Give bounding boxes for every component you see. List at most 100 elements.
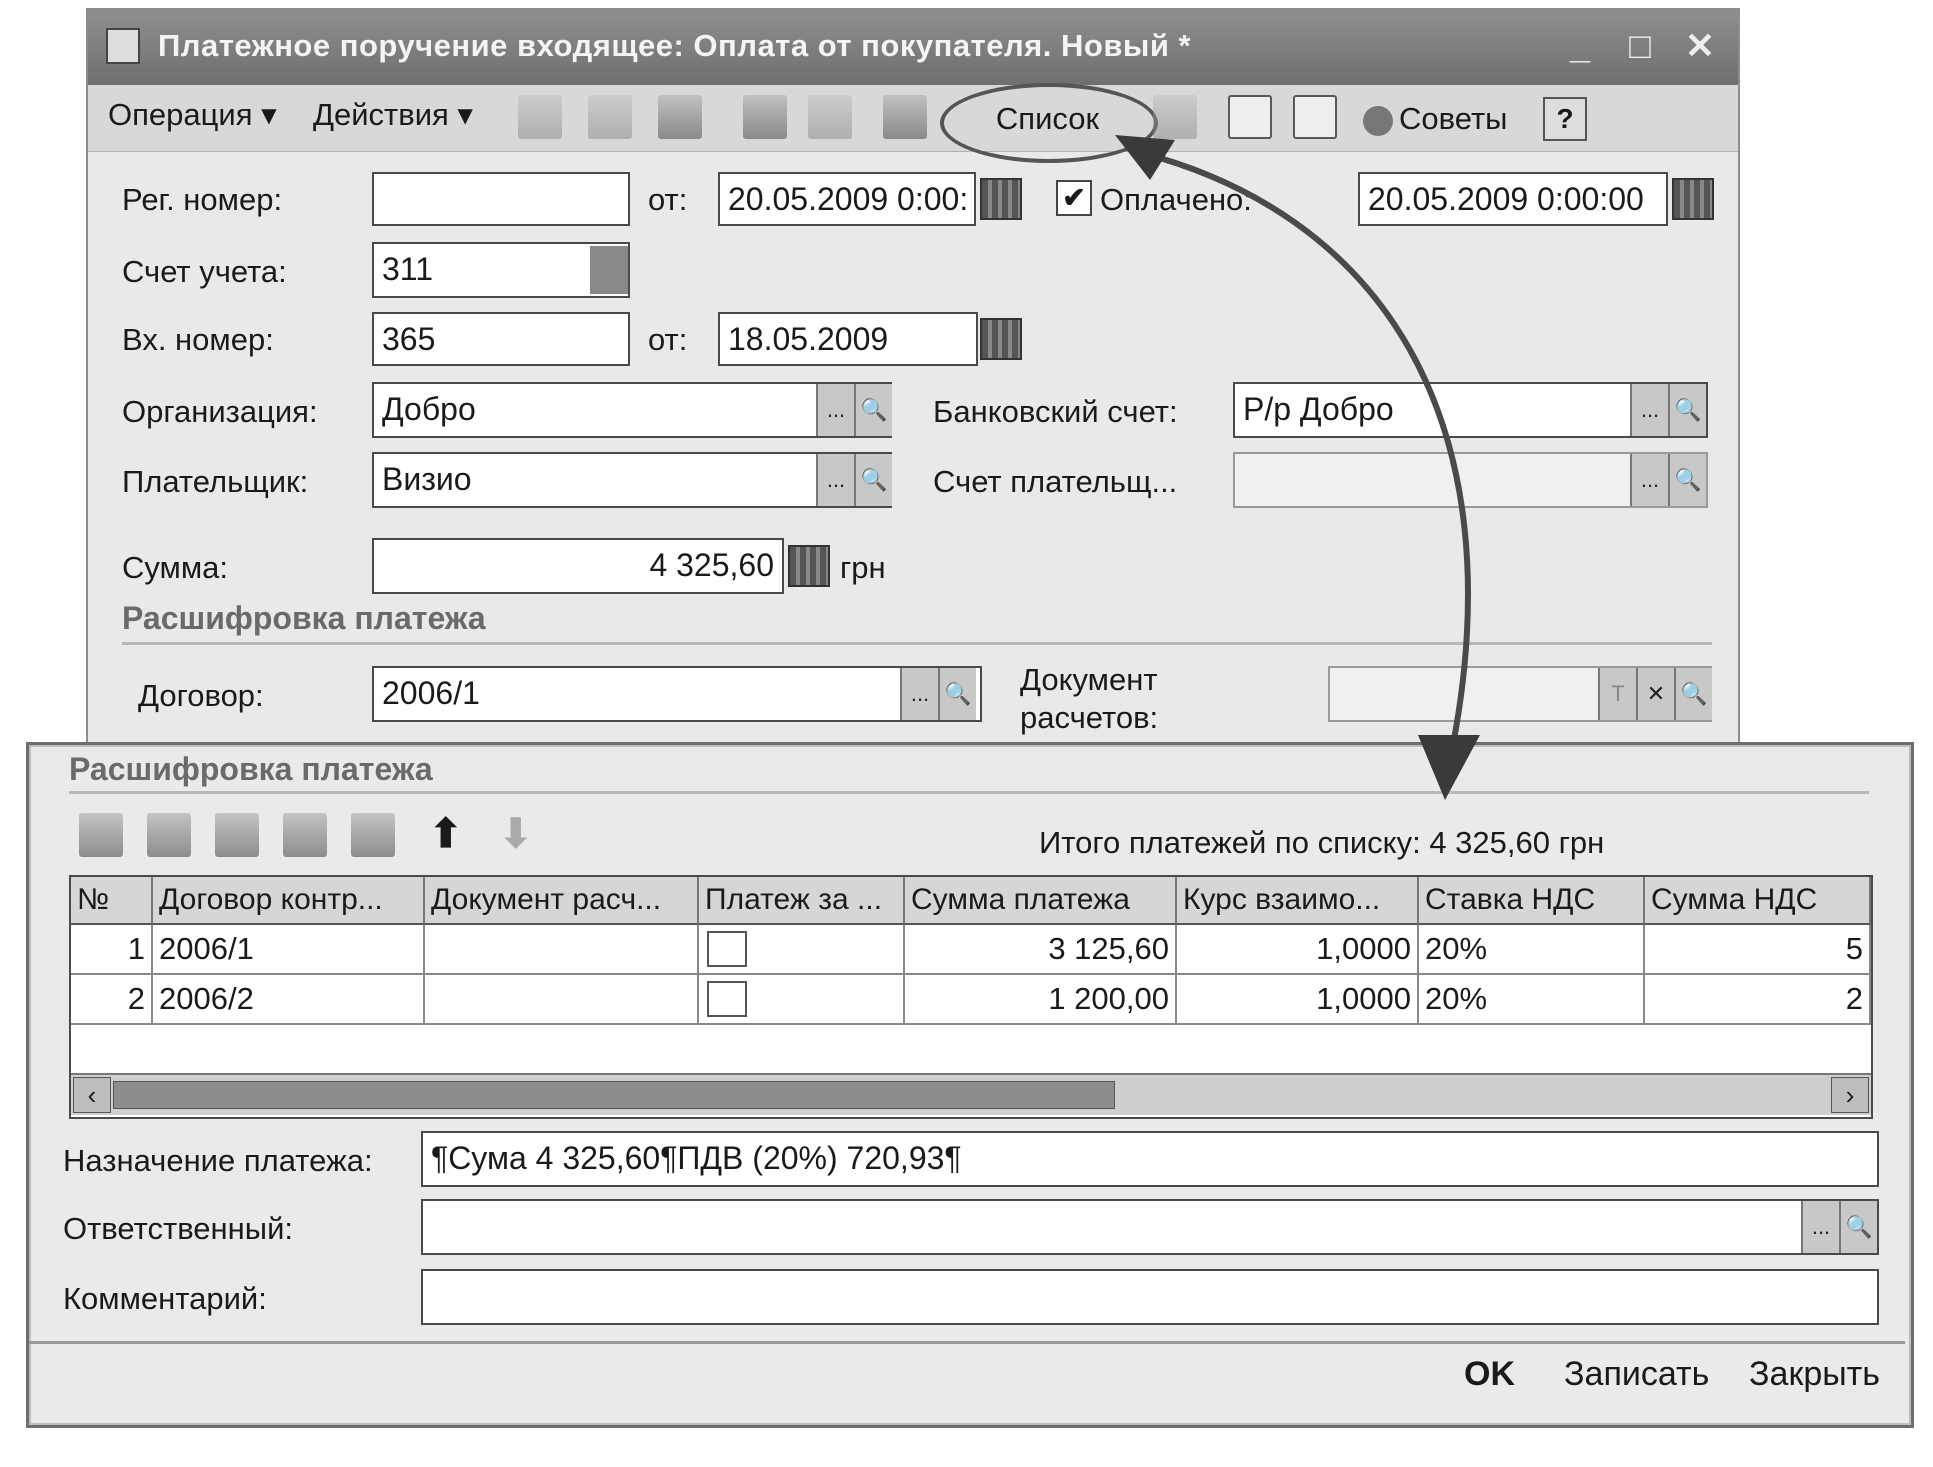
organization-input[interactable]: Добро [372, 382, 892, 438]
add-icon[interactable] [518, 95, 562, 139]
calculator-icon[interactable] [788, 545, 830, 587]
column-header[interactable]: № [71, 877, 153, 925]
text-icon[interactable] [1293, 95, 1337, 139]
close-window-button[interactable]: ✕ [1678, 24, 1722, 68]
ok-button[interactable]: OK [1464, 1355, 1515, 1394]
scroll-left-icon[interactable]: ‹ [73, 1077, 111, 1113]
clear-icon[interactable]: ✕ [1636, 668, 1674, 720]
footer-divider [29, 1341, 1905, 1344]
row-checkbox[interactable] [707, 981, 747, 1017]
scroll-right-icon[interactable]: › [1831, 1077, 1869, 1113]
column-header[interactable]: Сумма НДС [1645, 877, 1871, 925]
table-cell[interactable]: 1 [71, 925, 153, 975]
responsible-label: Ответственный: [63, 1211, 294, 1246]
delete-row-icon[interactable] [283, 813, 327, 857]
table-cell[interactable] [425, 975, 699, 1025]
section-title: Расшифровка платежа [122, 600, 486, 636]
table-cell[interactable]: 2 [71, 975, 153, 1025]
table-cell[interactable]: 3 125,60 [905, 925, 1177, 975]
contract-label: Договор: [138, 678, 264, 713]
dropdown-arrow-icon[interactable] [590, 246, 628, 294]
table-cell[interactable] [425, 925, 699, 975]
table-cell[interactable]: 2006/1 [153, 925, 425, 975]
calendar-icon[interactable] [1672, 178, 1714, 220]
refresh-icon[interactable] [658, 95, 702, 139]
menu-operation[interactable]: Операция ▾ [108, 97, 277, 133]
open-search-icon[interactable]: 🔍 [938, 668, 976, 720]
select-ellipsis-button[interactable]: ... [1630, 454, 1668, 506]
date-input[interactable]: 20.05.2009 0:00: [718, 172, 976, 226]
incoming-date-input[interactable]: 18.05.2009 [718, 312, 978, 366]
sum-input[interactable]: 4 325,60 [372, 538, 784, 594]
move-up-icon[interactable]: ⬆ [429, 811, 463, 857]
comment-input[interactable] [421, 1269, 1879, 1325]
open-search-icon[interactable]: 🔍 [1668, 384, 1706, 436]
table-cell[interactable]: 20% [1419, 925, 1645, 975]
move-down-icon[interactable]: ⬇ [499, 811, 533, 857]
end-edit-icon[interactable] [351, 813, 395, 857]
settings-icon[interactable] [1153, 95, 1197, 139]
maximize-button[interactable]: □ [1618, 24, 1662, 68]
list-button[interactable]: Список [950, 93, 1145, 145]
copy-row-icon[interactable] [147, 813, 191, 857]
section-divider [69, 791, 1869, 794]
open-search-icon[interactable]: 🔍 [854, 384, 892, 436]
column-header[interactable]: Платеж за ... [699, 877, 905, 925]
table-cell[interactable]: 1,0000 [1177, 975, 1419, 1025]
structure-icon[interactable] [883, 95, 927, 139]
window-title: Платежное поручение входящее: Оплата от … [158, 28, 1192, 63]
tips-label: Советы [1399, 101, 1508, 136]
add-row-icon[interactable] [79, 813, 123, 857]
minimize-button[interactable]: _ [1558, 24, 1602, 68]
table-cell[interactable]: 5 [1645, 925, 1871, 975]
close-button[interactable]: Закрыть [1749, 1355, 1880, 1394]
open-search-icon[interactable]: 🔍 [1674, 668, 1712, 720]
post-icon[interactable] [743, 95, 787, 139]
table-cell[interactable]: 2 [1645, 975, 1871, 1025]
calendar-icon[interactable] [980, 318, 1022, 360]
select-ellipsis-button[interactable]: ... [900, 668, 938, 720]
edit-row-icon[interactable] [215, 813, 259, 857]
horizontal-scrollbar[interactable]: ‹ › [71, 1073, 1871, 1115]
payment-order-window: Платежное поручение входящее: Оплата от … [86, 8, 1740, 757]
scroll-thumb[interactable] [113, 1081, 1115, 1109]
select-ellipsis-button[interactable]: ... [816, 384, 854, 436]
row-checkbox[interactable] [707, 931, 747, 967]
table-cell[interactable] [699, 975, 905, 1025]
table-cell[interactable]: 1,0000 [1177, 925, 1419, 975]
open-search-icon[interactable]: 🔍 [854, 454, 892, 506]
purpose-input[interactable]: ¶Сума 4 325,60¶ПДВ (20%) 720,93¶ [421, 1131, 1879, 1187]
contract-input[interactable]: 2006/1 [372, 666, 982, 722]
help-button[interactable]: ? [1543, 97, 1587, 141]
table-cell[interactable] [699, 925, 905, 975]
copy-icon[interactable] [588, 95, 632, 139]
print-icon[interactable] [808, 95, 852, 139]
open-search-icon[interactable]: 🔍 [1668, 454, 1706, 506]
select-ellipsis-button[interactable]: ... [1630, 384, 1668, 436]
column-header[interactable]: Курс взаимо... [1177, 877, 1419, 925]
table-cell[interactable]: 1 200,00 [905, 975, 1177, 1025]
tips-button[interactable]: Советы [1363, 93, 1507, 145]
incoming-number-input[interactable]: 365 [372, 312, 630, 366]
save-button[interactable]: Записать [1564, 1355, 1709, 1394]
total-payments: Итого платежей по списку: 4 325,60 грн [1039, 825, 1605, 860]
column-header[interactable]: Ставка НДС [1419, 877, 1645, 925]
paid-date-input[interactable]: 20.05.2009 0:00:00 [1358, 172, 1668, 226]
payer-input[interactable]: Визио [372, 452, 892, 508]
column-header[interactable]: Сумма платежа [905, 877, 1177, 925]
select-ellipsis-button[interactable]: ... [1801, 1201, 1839, 1253]
table-cell[interactable]: 20% [1419, 975, 1645, 1025]
report-icon[interactable] [1228, 95, 1272, 139]
select-ellipsis-button[interactable]: ... [816, 454, 854, 506]
organization-label: Организация: [122, 394, 318, 429]
type-icon[interactable]: T [1598, 668, 1636, 720]
column-header[interactable]: Договор контр... [153, 877, 425, 925]
paid-checkbox[interactable]: ✔ [1056, 180, 1092, 216]
menu-actions[interactable]: Действия ▾ [313, 97, 473, 133]
column-header[interactable]: Документ расч... [425, 877, 699, 925]
responsible-input[interactable] [421, 1199, 1879, 1255]
table-cell[interactable]: 2006/2 [153, 975, 425, 1025]
open-search-icon[interactable]: 🔍 [1839, 1201, 1877, 1253]
reg-number-input[interactable] [372, 172, 630, 226]
calendar-icon[interactable] [980, 178, 1022, 220]
